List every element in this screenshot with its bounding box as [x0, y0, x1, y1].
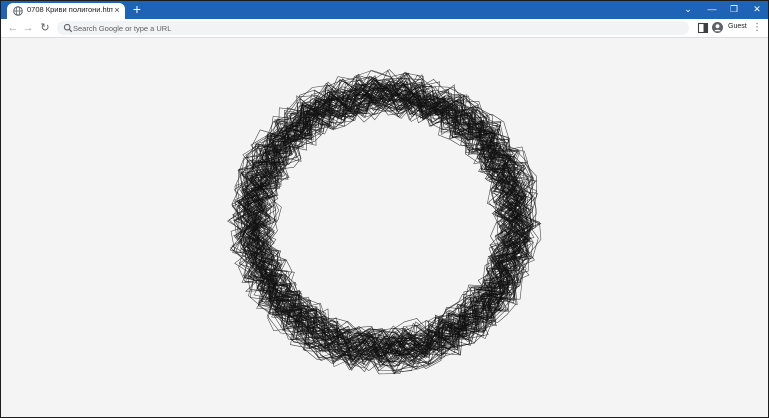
reload-button[interactable]: ↻: [37, 20, 53, 36]
page-content: [1, 38, 768, 417]
tab-title: 0708 Криви полигони.html: [27, 5, 113, 14]
title-bar: 0708 Криви полигони.html × + ⌄ — ❐ ✕: [1, 1, 768, 19]
close-window-button[interactable]: ✕: [746, 1, 768, 19]
polygon-canvas: [227, 69, 542, 375]
side-panel-icon[interactable]: [697, 22, 709, 34]
tab-search-button[interactable]: ⌄: [677, 1, 699, 19]
globe-icon: [13, 6, 23, 16]
forward-button[interactable]: →: [20, 20, 36, 36]
browser-toolbar: ← → ↻ Guest ⋮: [1, 19, 768, 38]
crooked-polygon: [237, 75, 534, 373]
new-tab-button[interactable]: +: [130, 2, 144, 17]
search-icon: [63, 23, 73, 33]
tab-close-icon[interactable]: ×: [112, 5, 122, 15]
minimize-button[interactable]: —: [701, 1, 723, 19]
search-input[interactable]: [73, 21, 673, 35]
back-button[interactable]: ←: [5, 20, 21, 36]
avatar-icon: [712, 22, 723, 33]
browser-tab[interactable]: 0708 Криви полигони.html ×: [7, 3, 125, 19]
menu-button[interactable]: ⋮: [752, 20, 762, 36]
browser-window: 0708 Криви полигони.html × + ⌄ — ❐ ✕ ← →…: [0, 0, 769, 418]
restore-button[interactable]: ❐: [723, 1, 745, 19]
address-bar[interactable]: [57, 21, 689, 35]
profile-label: Guest: [728, 23, 747, 30]
